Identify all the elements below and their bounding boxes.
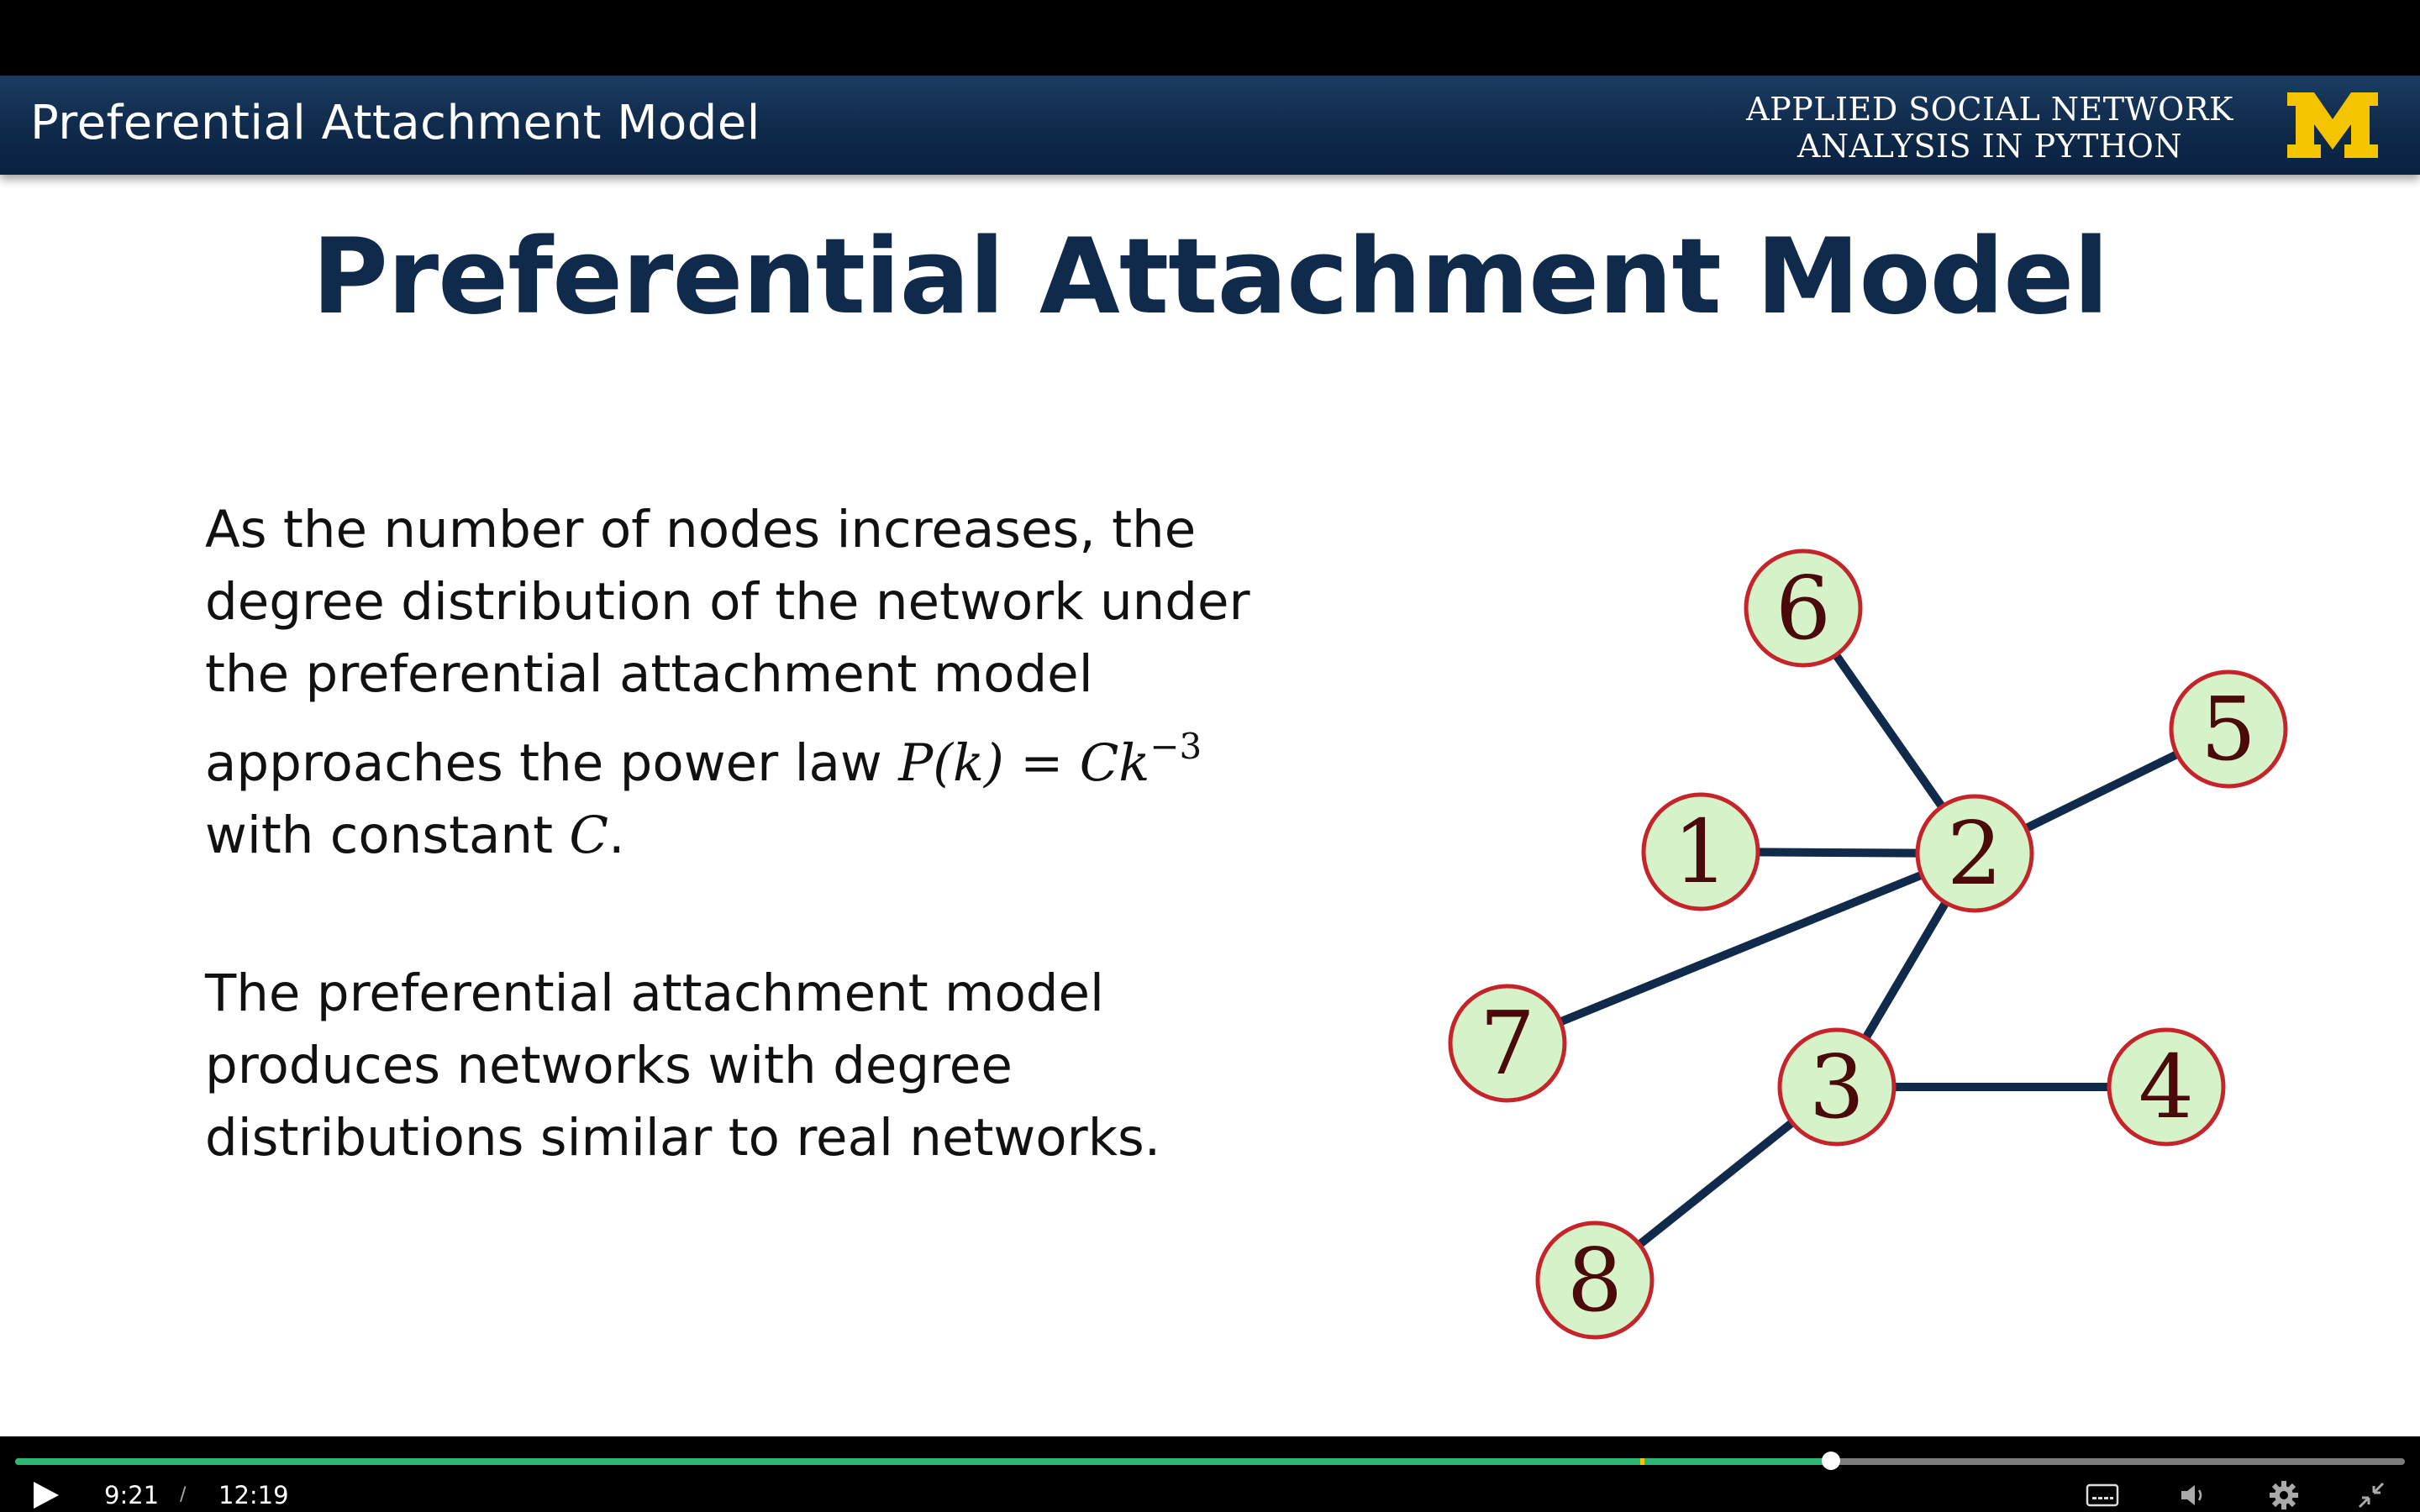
node-5: 5: [2169, 669, 2288, 789]
node-8: 8: [1535, 1221, 1655, 1340]
node-2-label: 2: [1947, 802, 2002, 905]
formula-equals: =: [1003, 733, 1080, 793]
slide-title: Preferential Attachment Model: [312, 217, 2109, 338]
network-graph: 1 2 3 4 5 6 7 8: [1448, 549, 2288, 1340]
block-m-shape: [2287, 92, 2378, 158]
node-4-label: 4: [2139, 1036, 2194, 1138]
node-2: 2: [1915, 794, 2034, 913]
node-7: 7: [1448, 984, 1567, 1103]
progress-scrubber[interactable]: [1822, 1452, 1841, 1470]
node-6: 6: [1744, 549, 1863, 668]
progress-bar[interactable]: [15, 1452, 2405, 1470]
total-time: 12:19: [218, 1481, 289, 1509]
course-name-line1: APPLIED SOCIAL NETWORK: [1746, 91, 2233, 128]
node-1-label: 1: [1673, 801, 1728, 903]
node-7-label: 7: [1480, 992, 1535, 1095]
time-separator: /: [180, 1484, 187, 1505]
video-controls: 9:21 / 12:19: [0, 1436, 2420, 1512]
paragraph1-period: .: [608, 806, 625, 865]
banner-title: Preferential Attachment Model: [30, 96, 760, 150]
progress-played: [15, 1458, 1832, 1465]
course-name-line2: ANALYSIS IN PYTHON: [1797, 128, 2183, 165]
course-name: APPLIED SOCIAL NETWORK ANALYSIS IN PYTHO…: [1741, 91, 2238, 165]
slide: Preferential Attachment Model APPLIED SO…: [0, 76, 2420, 1436]
play-icon[interactable]: [29, 1478, 62, 1512]
constant-symbol: C: [569, 806, 609, 865]
paragraph-real-networks: The preferential attachment model produc…: [205, 963, 1161, 1168]
slide-banner: Preferential Attachment Model APPLIED SO…: [0, 76, 2420, 175]
node-3-label: 3: [1809, 1036, 1865, 1138]
top-letterbox: [0, 0, 2420, 76]
formula-rhs: Ck: [1079, 733, 1150, 793]
node-8-label: 8: [1567, 1229, 1623, 1331]
node-5-label: 5: [2201, 678, 2256, 780]
settings-icon[interactable]: [2265, 1478, 2302, 1512]
progress-marker: [1639, 1458, 1644, 1465]
current-time: 9:21: [104, 1481, 160, 1509]
exit-fullscreen-icon[interactable]: [2353, 1478, 2390, 1512]
node-6-label: 6: [1776, 557, 1831, 659]
paragraph1-text-after: with constant: [205, 806, 570, 865]
formula-lhs: P(k): [898, 733, 1004, 793]
node-1: 1: [1641, 792, 1760, 911]
volume-icon[interactable]: [2175, 1478, 2212, 1512]
paragraph-power-law: As the number of nodes increases, the de…: [205, 494, 1297, 872]
formula-exponent: −3: [1150, 726, 1202, 767]
university-logo: [2287, 92, 2378, 158]
node-3: 3: [1777, 1027, 1897, 1147]
node-4: 4: [2107, 1027, 2226, 1147]
captions-icon[interactable]: [2084, 1478, 2121, 1512]
